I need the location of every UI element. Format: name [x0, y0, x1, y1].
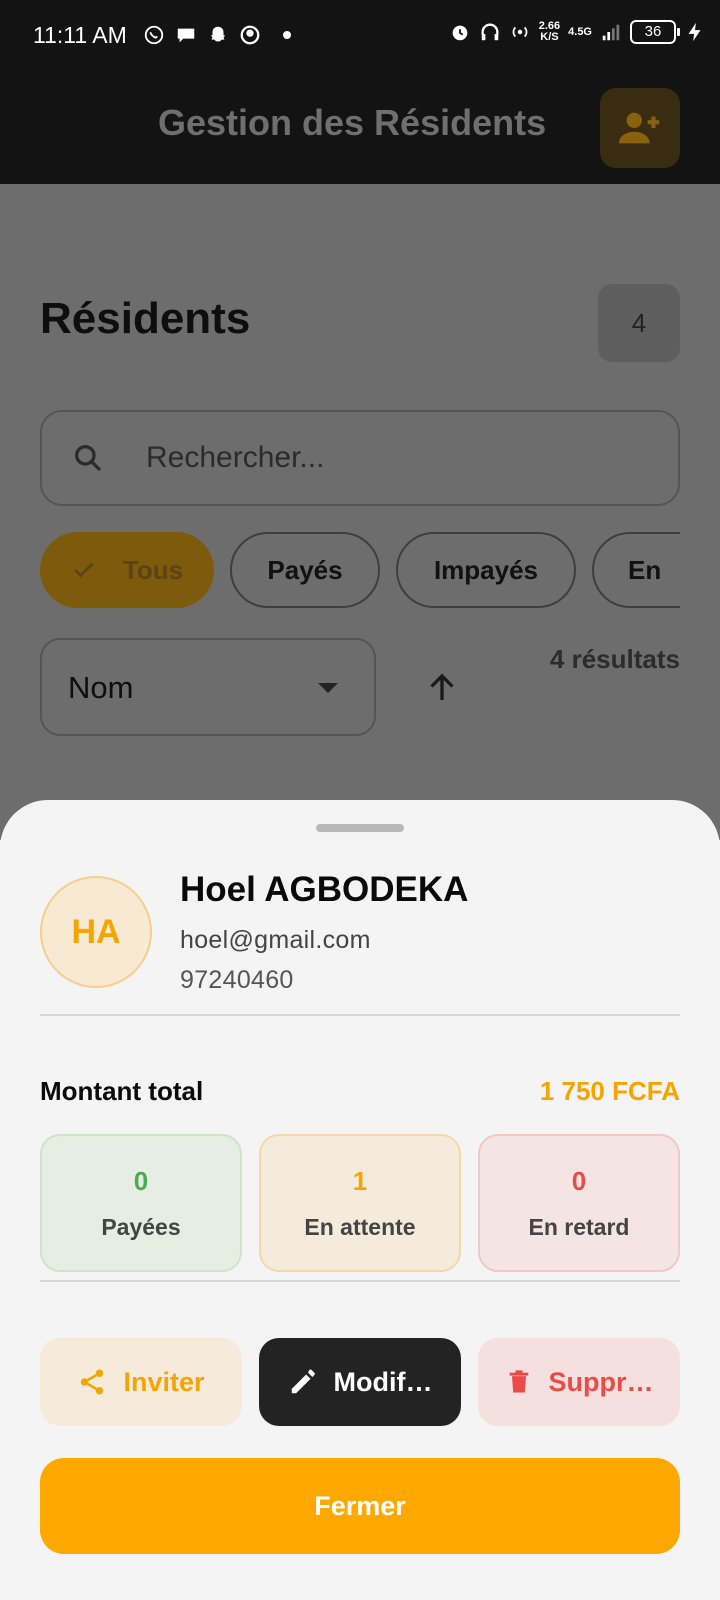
- more-notifications-dot: [283, 31, 291, 39]
- trash-icon: [509, 1370, 528, 1393]
- resident-email: hoel@gmail.com: [180, 926, 371, 954]
- signal-icon: [602, 24, 620, 41]
- divider: [40, 1280, 680, 1282]
- total-amount-label: Montant total: [40, 1076, 204, 1106]
- filter-chip-label: Tous: [122, 554, 184, 585]
- status-bar: 11:11 AM 2.66 K/S 4.5G 36: [0, 0, 720, 72]
- resident-name: Hoel AGBODEKA: [180, 870, 469, 909]
- check-icon: [74, 562, 94, 578]
- system-icons: 2.66 K/S 4.5G 36: [449, 20, 706, 44]
- invite-button[interactable]: Inviter: [40, 1338, 242, 1426]
- stat-pending: 1 En attente: [259, 1134, 461, 1272]
- filter-chip-label: En: [628, 554, 662, 585]
- resident-phone: 97240460: [180, 966, 294, 994]
- avatar: HA: [40, 876, 152, 988]
- resident-count-badge: 4: [598, 284, 680, 362]
- sort-field-value: Nom: [68, 670, 134, 705]
- results-count: 4 résultats: [549, 644, 680, 674]
- sort-field-select[interactable]: Nom: [40, 638, 376, 736]
- snapchat-icon: [210, 26, 226, 42]
- app-notification-icon: [240, 25, 260, 45]
- pencil-icon: [291, 1369, 315, 1394]
- filter-chips: Tous Payés Impayés En: [40, 532, 680, 608]
- filter-chip-label: Payés: [267, 554, 343, 585]
- total-amount-value: 1 750 FCFA: [539, 1076, 680, 1106]
- search-input[interactable]: [146, 412, 646, 504]
- residents-page: Résidents 4 Tous Payés Impayés En Nom 4 …: [0, 184, 720, 824]
- stat-late: 0 En retard: [478, 1134, 680, 1272]
- delete-button[interactable]: Suppr…: [478, 1338, 680, 1426]
- status-time: 11:11 AM: [33, 22, 127, 48]
- stat-late-label: En retard: [528, 1214, 630, 1240]
- stat-paid-label: Payées: [101, 1214, 181, 1240]
- hotspot-icon: [512, 26, 528, 38]
- headphones-icon: [481, 23, 499, 41]
- filter-chip-payes[interactable]: Payés: [230, 532, 380, 608]
- edit-button-label: Modif…: [333, 1366, 433, 1397]
- sort-ascending-icon[interactable]: [424, 670, 460, 706]
- filter-chip-impayes[interactable]: Impayés: [396, 532, 576, 608]
- add-resident-button[interactable]: [600, 88, 680, 168]
- filter-chip-tous[interactable]: Tous: [40, 532, 214, 608]
- edit-button[interactable]: Modif…: [259, 1338, 461, 1426]
- alarm-icon: [452, 25, 468, 41]
- stat-late-value: 0: [571, 1166, 587, 1196]
- app-bar: Gestion des Résidents: [0, 72, 720, 184]
- close-button[interactable]: Fermer: [40, 1458, 680, 1554]
- filter-chip-label: Impayés: [433, 554, 539, 585]
- battery-indicator: 36: [630, 20, 680, 44]
- delete-button-label: Suppr…: [548, 1366, 654, 1397]
- notification-icons: [143, 24, 291, 46]
- chevron-down-icon: [318, 683, 338, 693]
- stat-pending-value: 1: [352, 1166, 368, 1196]
- whatsapp-icon: [144, 25, 164, 45]
- filter-chip-en[interactable]: En: [592, 532, 680, 608]
- page-title: Résidents: [40, 294, 251, 343]
- sheet-drag-handle[interactable]: [316, 824, 404, 832]
- speed-unit: K/S: [540, 31, 559, 43]
- chat-icon: [177, 28, 195, 43]
- stat-pending-label: En attente: [304, 1214, 416, 1240]
- stat-paid-value: 0: [133, 1166, 149, 1196]
- resident-detail-sheet: HA Hoel AGBODEKA hoel@gmail.com 97240460…: [0, 800, 720, 1600]
- network-type: 4.5G: [568, 25, 592, 38]
- add-user-icon: [618, 112, 660, 144]
- share-icon: [81, 1369, 104, 1395]
- invite-button-label: Inviter: [123, 1366, 205, 1397]
- app-bar-title: Gestion des Résidents: [158, 102, 547, 143]
- search-icon: [75, 445, 102, 472]
- stat-paid: 0 Payées: [40, 1134, 242, 1272]
- divider: [40, 1014, 680, 1016]
- search-field[interactable]: [40, 410, 680, 506]
- charging-icon: [688, 22, 701, 42]
- network-speed: 2.66 K/S: [539, 21, 560, 43]
